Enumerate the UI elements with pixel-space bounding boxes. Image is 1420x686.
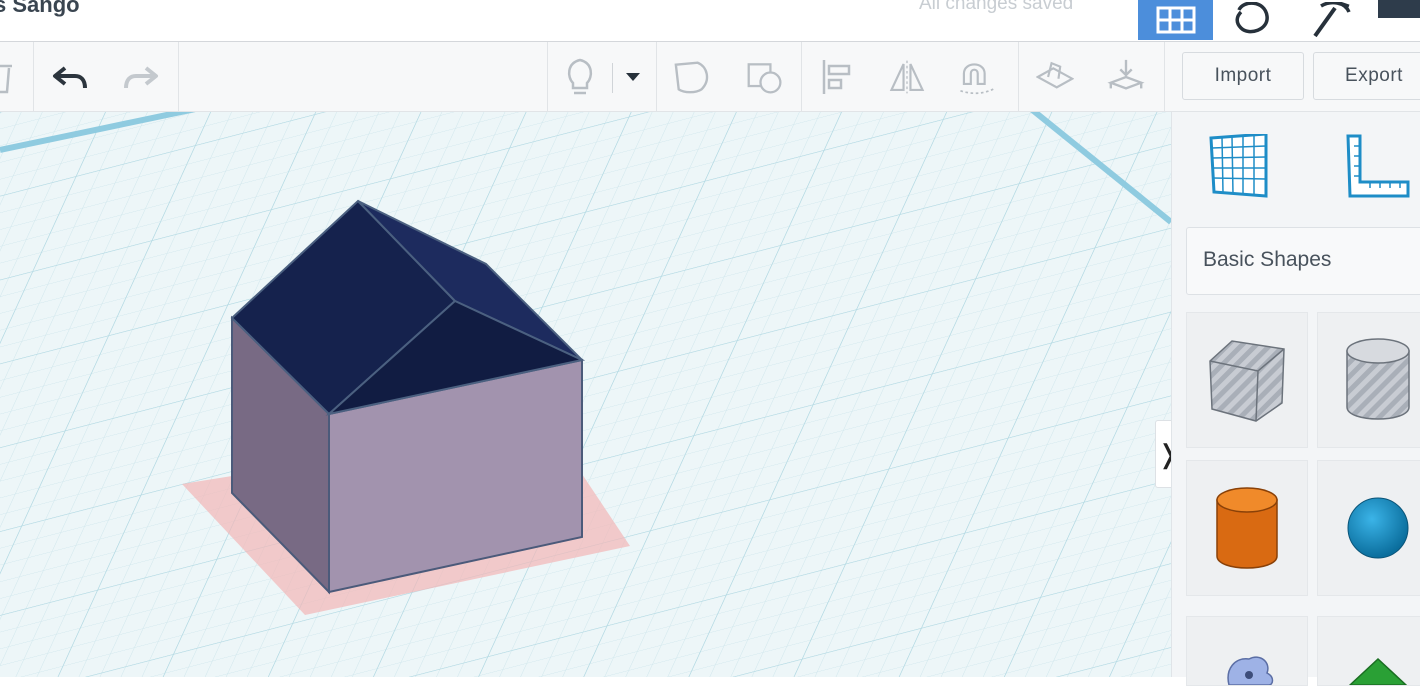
group-icon [674,61,709,94]
workplane-grid-icon [1209,132,1268,198]
drop-icon [1107,59,1145,90]
grid-view-icon [1156,6,1195,34]
export-button[interactable]: Export [1313,52,1420,100]
drop-button[interactable] [1107,59,1145,95]
trash-icon [0,64,12,94]
magnet-icon [960,63,994,95]
undo-icon [53,66,87,89]
scribble-icon [1227,656,1274,685]
bricks-view-button[interactable] [1288,0,1363,40]
redo-icon [124,66,158,89]
shape-tile-box[interactable] [1186,312,1308,448]
save-status: All changes saved [919,0,1074,14]
ruler-tool[interactable] [1346,134,1410,203]
group-button[interactable] [673,59,711,95]
align-button[interactable] [818,59,856,95]
caret-down-icon [626,73,640,81]
shapes-panel: Basic Shapes [1171,112,1420,686]
title-bar: s Sango All changes saved [0,0,1420,42]
mirror-button[interactable] [888,59,926,95]
workplane-button[interactable] [1036,59,1074,95]
lightbulb-icon [567,58,593,95]
shape-tile-roof[interactable] [1317,616,1420,686]
user-avatar[interactable] [1378,0,1420,18]
ruler-icon [1346,134,1410,198]
import-button[interactable]: Import [1182,52,1304,100]
blue-sphere-icon [1347,497,1409,559]
3d-view-button[interactable] [1138,0,1213,40]
workplane-grid [0,112,1171,677]
delete-button[interactable] [0,59,18,95]
shape-tile-orange-cylinder[interactable] [1186,460,1308,596]
ungroup-icon [747,63,782,94]
design-title[interactable]: s Sango [0,0,80,18]
shape-tile-sphere[interactable] [1317,460,1420,596]
striped-box-icon [1209,340,1285,422]
blocks-view-button[interactable] [1213,0,1288,40]
blocks-icon [1235,2,1269,34]
green-roof-icon [1348,657,1408,685]
notes-dropdown[interactable] [614,59,652,95]
shape-tile-scribble[interactable] [1186,616,1308,686]
notes-button[interactable] [561,58,599,95]
redo-button[interactable] [122,59,160,95]
toolbar: Import Export [0,42,1420,112]
workplane-tool[interactable] [1208,132,1268,203]
striped-cylinder-icon [1346,338,1410,420]
workplane[interactable] [0,112,1171,677]
pickaxe-icon [1312,2,1351,38]
align-icon [822,60,851,94]
cruise-button[interactable] [957,59,995,95]
undo-button[interactable] [51,59,89,95]
shape-tile-cylinder[interactable] [1317,312,1420,448]
ungroup-button[interactable] [746,59,784,95]
mirror-icon [889,60,925,94]
shape-category-select[interactable]: Basic Shapes [1186,227,1420,295]
workplane-icon [1036,61,1074,89]
orange-cylinder-icon [1216,487,1278,569]
category-label: Basic Shapes [1203,248,1332,271]
